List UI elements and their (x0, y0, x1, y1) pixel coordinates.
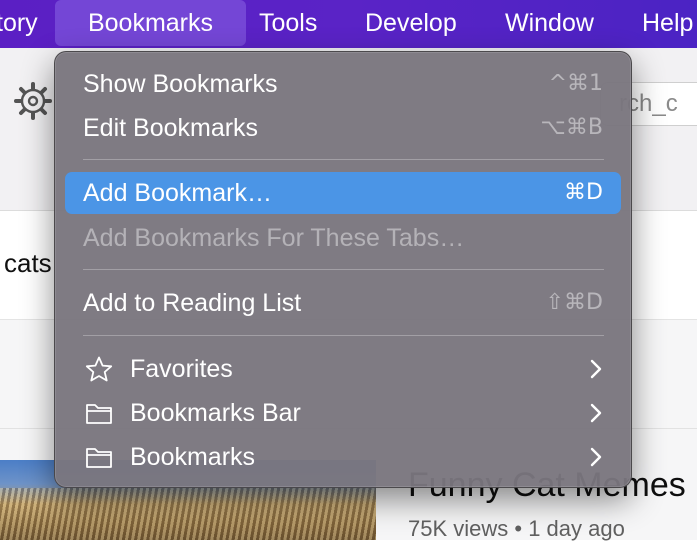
gear-icon[interactable] (14, 82, 52, 120)
menu-item-label: Show Bookmarks (83, 70, 278, 98)
menu-item-add-bookmarks-for-tabs: Add Bookmarks For These Tabs… (65, 217, 621, 259)
menu-separator (83, 159, 604, 160)
folder-icon (86, 404, 112, 424)
menu-item-edit-bookmarks[interactable]: Edit Bookmarks ⌥⌘B (65, 107, 621, 149)
menu-item-shortcut: ⌥⌘B (540, 115, 603, 140)
bookmarks-menu: Show Bookmarks ^⌘1 Edit Bookmarks ⌥⌘B Ad… (54, 51, 632, 488)
menu-item-label: Add Bookmarks For These Tabs… (83, 224, 465, 252)
menu-item-label: Add to Reading List (83, 289, 302, 317)
folder-icon (86, 448, 112, 468)
menubar-item-tools[interactable]: Tools (259, 0, 317, 48)
menu-item-shortcut: ^⌘1 (548, 71, 603, 96)
menubar-item-history[interactable]: tory (0, 0, 38, 48)
menu-item-bookmarks-bar[interactable]: Bookmarks Bar (65, 392, 621, 434)
chevron-right-icon (590, 359, 602, 379)
menu-item-label: Add Bookmark… (83, 179, 272, 207)
menu-item-label: Edit Bookmarks (83, 114, 259, 142)
menu-item-show-bookmarks[interactable]: Show Bookmarks ^⌘1 (65, 63, 621, 105)
menu-item-label: Bookmarks (130, 443, 256, 471)
star-icon (85, 356, 113, 382)
video-meta: 75K views • 1 day ago (408, 516, 625, 541)
menu-item-bookmarks-folder[interactable]: Bookmarks (65, 436, 621, 478)
menu-item-shortcut: ⇧⌘D (545, 290, 603, 315)
query-text[interactable]: cats (4, 248, 52, 279)
chevron-right-icon (590, 447, 602, 467)
menu-bar: tory Bookmarks Tools Develop Window Help (0, 0, 697, 48)
menubar-item-help[interactable]: Help (642, 0, 693, 48)
menu-separator (83, 335, 604, 336)
menu-item-label: Bookmarks Bar (130, 399, 301, 427)
menu-item-shortcut: ⌘D (564, 180, 603, 205)
menubar-item-bookmarks[interactable]: Bookmarks (55, 0, 246, 46)
menu-item-label: Favorites (130, 355, 233, 383)
menubar-item-develop[interactable]: Develop (365, 0, 457, 48)
menu-item-favorites[interactable]: Favorites (65, 348, 621, 390)
chevron-right-icon (590, 403, 602, 423)
menubar-item-window[interactable]: Window (505, 0, 594, 48)
menu-separator (83, 269, 604, 270)
menu-item-add-bookmark[interactable]: Add Bookmark… ⌘D (65, 172, 621, 214)
menu-item-add-to-reading-list[interactable]: Add to Reading List ⇧⌘D (65, 282, 621, 324)
